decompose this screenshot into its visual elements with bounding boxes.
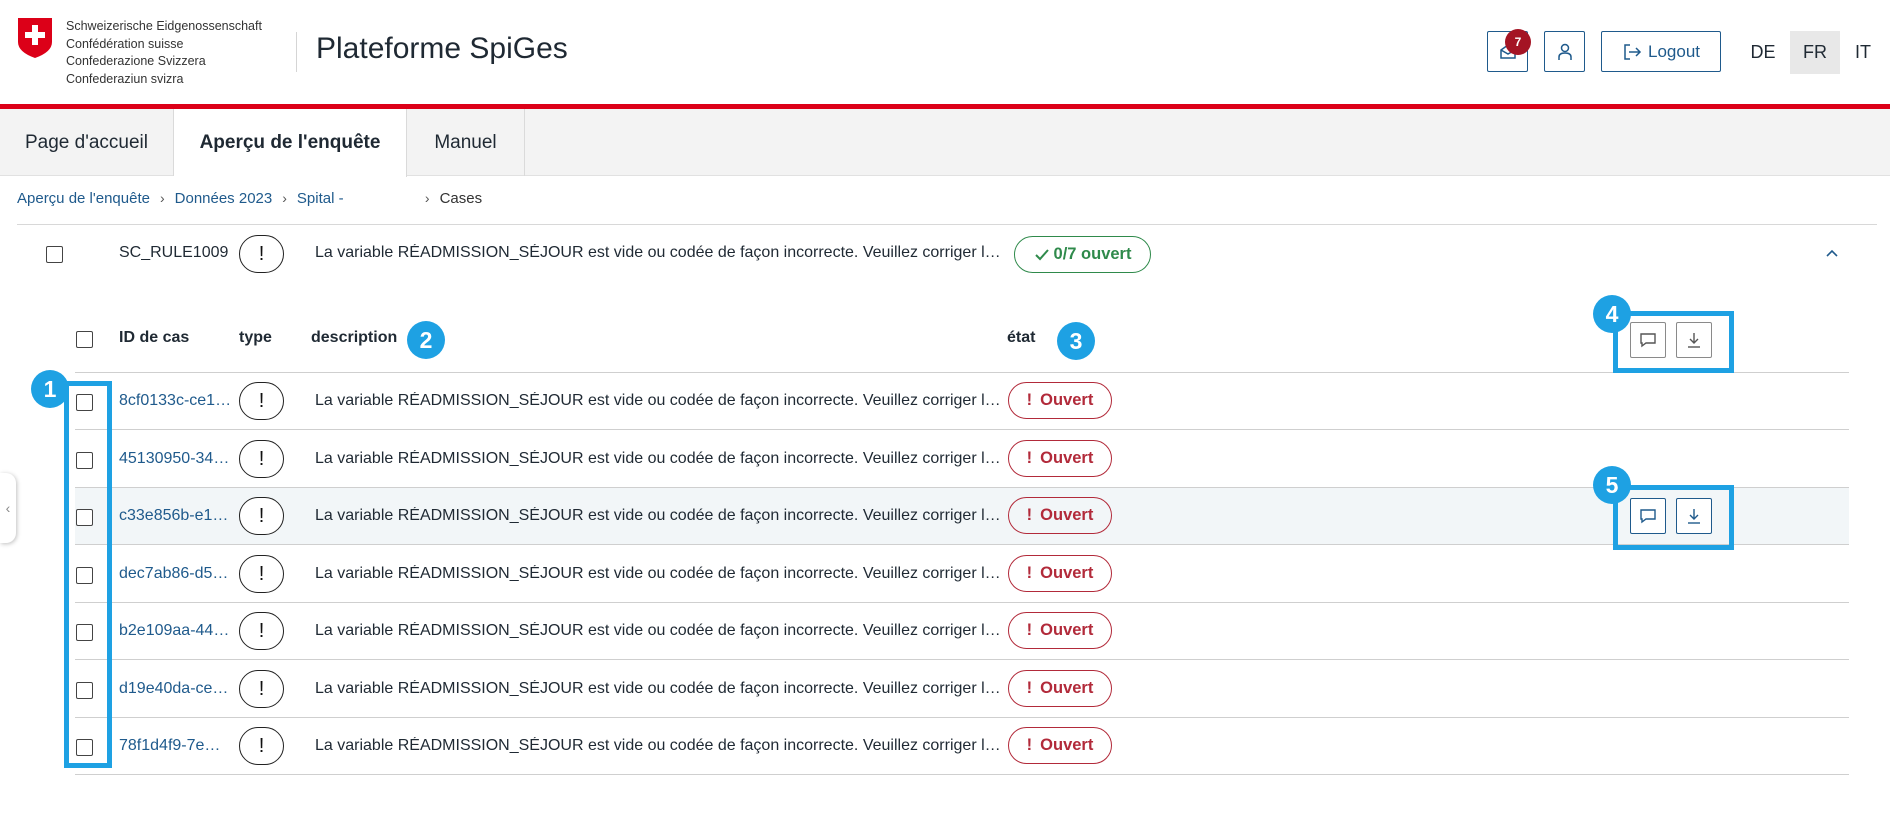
rule-description: La variable RÉADMISSION_SÉJOUR est vide … <box>315 244 1005 261</box>
exclamation-icon: ! <box>1026 564 1033 582</box>
user-icon <box>1557 43 1572 60</box>
breadcrumb-hospital[interactable]: Spital - <box>297 190 415 207</box>
exclamation-icon: ! <box>1026 449 1033 467</box>
exclamation-icon: ! <box>239 670 284 708</box>
user-profile-button[interactable] <box>1544 31 1585 72</box>
exclamation-icon: ! <box>239 497 284 535</box>
swiss-cross-icon <box>18 18 52 58</box>
case-description: La variable RÉADMISSION_SÉJOUR est vide … <box>315 737 1005 754</box>
breadcrumb-separator: › <box>282 190 287 206</box>
case-id-link[interactable]: 78f1d4f9-7e… <box>119 737 237 755</box>
case-description: La variable RÉADMISSION_SÉJOUR est vide … <box>315 680 1005 697</box>
confederation-line-it: Confederazione Svizzera <box>66 54 206 68</box>
case-description: La variable RÉADMISSION_SÉJOUR est vide … <box>315 507 1005 524</box>
annotation-box-4 <box>1613 311 1734 373</box>
app-title: Plateforme SpiGes <box>316 32 568 65</box>
select-all-checkbox[interactable] <box>76 331 93 348</box>
rule-checkbox[interactable] <box>46 246 63 263</box>
breadcrumb-cases: Cases <box>439 189 483 207</box>
case-id-link[interactable]: d19e40da-ce… <box>119 680 237 698</box>
status-badge: ! Ouvert <box>1008 440 1112 477</box>
logout-label: Logout <box>1648 41 1700 61</box>
annotation-box-5 <box>1613 485 1734 550</box>
rule-status-badge: 0/7 ouvert <box>1014 236 1151 273</box>
annotation-marker-3: 3 <box>1057 322 1095 360</box>
status-label: Ouvert <box>1040 564 1094 582</box>
chevron-left-icon: ‹ <box>5 500 11 516</box>
language-it[interactable]: IT <box>1840 31 1886 74</box>
check-icon <box>1034 248 1049 260</box>
rule-status-label: 0/7 ouvert <box>1053 245 1132 263</box>
exclamation-icon: ! <box>239 382 284 420</box>
case-id-link[interactable]: dec7ab86-d5… <box>119 565 237 583</box>
breadcrumb-survey-overview[interactable]: Aperçu de l'enquête <box>17 190 150 207</box>
annotation-box-1 <box>64 381 112 768</box>
column-header-status: état <box>1007 329 1036 346</box>
status-label: Ouvert <box>1040 506 1094 524</box>
status-badge: ! Ouvert <box>1008 727 1112 764</box>
tab-survey-overview[interactable]: Aperçu de l'enquête <box>174 109 407 177</box>
status-label: Ouvert <box>1040 391 1094 409</box>
logout-button[interactable]: Logout <box>1601 31 1721 72</box>
column-header-description: description <box>311 329 398 346</box>
case-description: La variable RÉADMISSION_SÉJOUR est vide … <box>315 450 1005 467</box>
exclamation-icon: ! <box>1026 391 1033 409</box>
exclamation-icon: ! <box>239 440 284 478</box>
status-badge: ! Ouvert <box>1008 382 1112 419</box>
breadcrumb-data-2023[interactable]: Données 2023 <box>175 190 273 207</box>
exclamation-icon: ! <box>1026 736 1033 754</box>
confederation-line-rm: Confederaziun svizra <box>66 71 184 86</box>
language-de[interactable]: DE <box>1738 31 1788 74</box>
status-label: Ouvert <box>1040 621 1094 639</box>
logout-icon <box>1624 43 1642 60</box>
exclamation-icon: ! <box>1026 679 1033 697</box>
annotation-marker-2: 2 <box>407 321 445 359</box>
confederation-line-fr: Confédération suisse <box>66 36 184 51</box>
annotation-marker-5: 5 <box>1593 466 1631 504</box>
rule-id: SC_RULE1009 <box>119 244 229 261</box>
case-id-link[interactable]: 8cf0133c-ce1… <box>119 392 237 410</box>
status-badge: ! Ouvert <box>1008 670 1112 707</box>
exclamation-icon: ! <box>239 612 284 650</box>
main-navigation: Page d'accueil Aperçu de l'enquête Manue… <box>0 109 1890 177</box>
divider <box>17 224 1877 225</box>
site-header: Schweizerische Eidgenossenschaft Confédé… <box>0 0 1890 104</box>
annotation-marker-1: 1 <box>31 370 69 408</box>
confederation-line-de: Schweizerische Eidgenossenschaft <box>66 19 262 33</box>
breadcrumb-separator: › <box>424 190 430 206</box>
inbox-count-badge: 7 <box>1505 29 1531 55</box>
exclamation-icon: ! <box>1026 621 1033 639</box>
status-label: Ouvert <box>1040 736 1094 754</box>
exclamation-icon: ! <box>239 727 284 765</box>
tab-manual[interactable]: Manuel <box>407 109 525 176</box>
case-id-link[interactable]: c33e856b-e1… <box>119 507 237 525</box>
case-description: La variable RÉADMISSION_SÉJOUR est vide … <box>315 622 1005 639</box>
status-badge: ! Ouvert <box>1008 612 1112 649</box>
status-label: Ouvert <box>1040 679 1094 697</box>
tab-home[interactable]: Page d'accueil <box>0 109 174 176</box>
case-description: La variable RÉADMISSION_SÉJOUR est vide … <box>315 565 1005 582</box>
exclamation-icon: ! <box>239 555 284 593</box>
case-id-link[interactable]: 45130950-34… <box>119 450 237 468</box>
exclamation-icon: ! <box>239 235 284 273</box>
language-fr[interactable]: FR <box>1790 31 1840 74</box>
exclamation-icon: ! <box>1026 506 1033 524</box>
case-id-link[interactable]: b2e109aa-44… <box>119 622 237 640</box>
status-label: Ouvert <box>1040 449 1094 467</box>
status-badge: ! Ouvert <box>1008 497 1112 534</box>
confederation-name: Schweizerische Eidgenossenschaft Confédé… <box>66 18 262 88</box>
breadcrumb-separator: › <box>159 190 165 206</box>
column-header-type: type <box>239 329 272 346</box>
breadcrumb: Aperçu de l'enquête › Données 2023 › Spi… <box>17 188 482 208</box>
case-description: La variable RÉADMISSION_SÉJOUR est vide … <box>315 392 1005 409</box>
chevron-up-icon[interactable] <box>1822 243 1842 263</box>
header-divider <box>296 32 297 72</box>
sidebar-toggle[interactable]: ‹ <box>0 473 16 543</box>
column-header-case-id: ID de cas <box>119 329 190 346</box>
status-badge: ! Ouvert <box>1008 555 1112 592</box>
annotation-marker-4: 4 <box>1593 295 1631 333</box>
